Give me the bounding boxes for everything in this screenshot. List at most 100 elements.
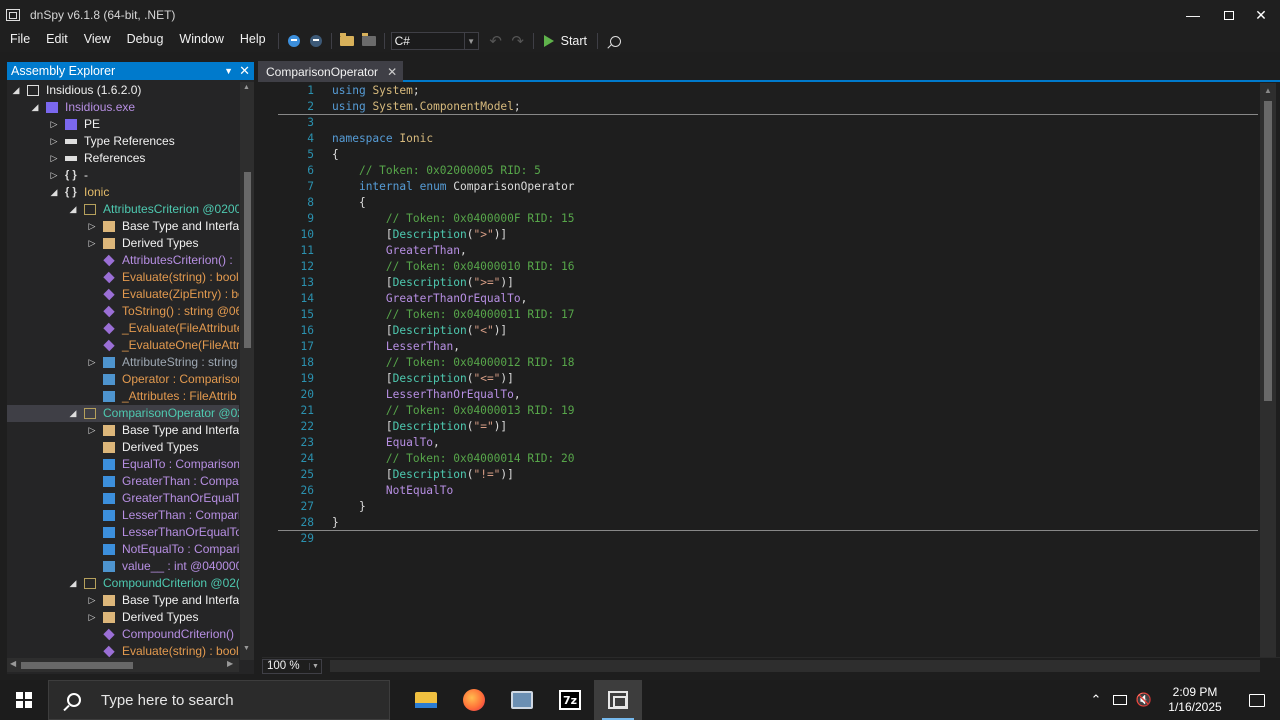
code-line[interactable]: 17 LesserThan, (278, 339, 1258, 355)
tree-node[interactable]: ▷ AttributeString : string (7, 354, 239, 371)
tree-node[interactable]: LesserThan : Comparis (7, 507, 239, 524)
navigate-forward-button[interactable] (305, 30, 327, 52)
tree-node[interactable]: ▷ { } - (7, 167, 239, 184)
open-list-button[interactable] (358, 30, 380, 52)
tree-node[interactable]: ▷ Base Type and Interfac (7, 592, 239, 609)
collapse-arrow-icon[interactable]: ◢ (68, 575, 78, 592)
menu-file[interactable]: File (0, 30, 38, 52)
tree-node[interactable]: Evaluate(ZipEntry) : bo (7, 286, 239, 303)
menu-window[interactable]: Window (171, 30, 231, 52)
notification-center-button[interactable] (1234, 680, 1280, 720)
code-line[interactable]: 13 [Description(">=")] (278, 275, 1258, 291)
collapse-arrow-icon[interactable]: ◢ (30, 99, 40, 116)
tree-node[interactable]: CompoundCriterion() (7, 626, 239, 643)
expand-arrow-icon[interactable]: ▷ (87, 422, 97, 439)
code-line[interactable]: 23 EqualTo, (278, 435, 1258, 451)
tree-node[interactable]: LesserThanOrEqualTo : (7, 524, 239, 541)
tree-node[interactable]: Operator : Comparisor (7, 371, 239, 388)
tree-node[interactable]: ▷ Base Type and Interfac (7, 218, 239, 235)
menu-edit[interactable]: Edit (38, 30, 76, 52)
expand-arrow-icon[interactable]: ▷ (49, 116, 59, 133)
tree-node[interactable]: _EvaluateOne(FileAttri (7, 337, 239, 354)
open-button[interactable] (336, 30, 358, 52)
expand-arrow-icon[interactable]: ▷ (49, 150, 59, 167)
tree-node[interactable]: ▷ Type References (7, 133, 239, 150)
taskbar-firefox[interactable] (450, 680, 498, 720)
editor-vertical-scroll-thumb[interactable] (1264, 101, 1272, 401)
code-line[interactable]: 11 GreaterThan, (278, 243, 1258, 259)
scroll-left-icon[interactable]: ◀ (10, 659, 16, 668)
code-line[interactable]: 22 [Description("=")] (278, 419, 1258, 435)
tree-node[interactable]: ▷ Derived Types (7, 609, 239, 626)
tree-node[interactable]: ▷ Base Type and Interfac (7, 422, 239, 439)
taskbar-search-box[interactable]: Type here to search (48, 680, 390, 720)
collapse-arrow-icon[interactable]: ◢ (68, 201, 78, 218)
tree-node[interactable]: ◢ CompoundCriterion @02( (7, 575, 239, 592)
start-button[interactable]: Start (538, 30, 593, 52)
tree-node[interactable]: Evaluate(string) : bool (7, 269, 239, 286)
tree-node[interactable]: ◢ AttributesCriterion @0200 (7, 201, 239, 218)
tree-node[interactable]: GreaterThan : Compar (7, 473, 239, 490)
tree-node[interactable]: ◢ { } Ionic (7, 184, 239, 201)
expand-arrow-icon[interactable]: ▷ (87, 218, 97, 235)
code-line[interactable]: 12 // Token: 0x04000010 RID: 16 (278, 259, 1258, 275)
code-line[interactable]: 10 [Description(">")] (278, 227, 1258, 243)
explorer-horizontal-scrollbar[interactable]: ◀ ▶ (7, 658, 239, 672)
code-view[interactable]: 1 using System; 2 using System.ComponentMod… (278, 83, 1258, 547)
code-line[interactable]: 18 // Token: 0x04000012 RID: 18 (278, 355, 1258, 371)
code-line[interactable]: 15 // Token: 0x04000011 RID: 17 (278, 307, 1258, 323)
code-line[interactable]: 21 // Token: 0x04000013 RID: 19 (278, 403, 1258, 419)
scroll-up-icon[interactable]: ▲ (243, 84, 250, 91)
code-line[interactable]: 24 // Token: 0x04000014 RID: 20 (278, 451, 1258, 467)
scroll-up-icon[interactable]: ▲ (1264, 86, 1272, 95)
taskbar-file-explorer[interactable] (402, 680, 450, 720)
tree-node[interactable]: AttributesCriterion() : (7, 252, 239, 269)
tree-node[interactable]: Derived Types (7, 439, 239, 456)
show-hidden-icons-button[interactable]: ⌃ (1084, 680, 1108, 720)
search-button[interactable] (602, 30, 624, 52)
explorer-vertical-scroll-thumb[interactable] (244, 172, 251, 348)
code-line[interactable]: 7 internal enum ComparisonOperator (278, 179, 1258, 195)
code-line[interactable]: 2 using System.ComponentModel; (278, 99, 1258, 115)
editor-horizontal-scrollbar[interactable] (330, 660, 1260, 672)
menu-help[interactable]: Help (232, 30, 274, 52)
expand-arrow-icon[interactable]: ▷ (49, 133, 59, 150)
panel-menu-button[interactable]: ▼ (224, 63, 233, 79)
collapse-arrow-icon[interactable]: ◢ (49, 184, 59, 201)
language-select[interactable]: C# ▼ (390, 32, 479, 50)
code-line[interactable]: 16 [Description("<")] (278, 323, 1258, 339)
tree-node[interactable]: ToString() : string @06 (7, 303, 239, 320)
undo-button[interactable]: ↶ (485, 32, 507, 50)
network-button[interactable] (1108, 680, 1132, 720)
code-line[interactable]: 9 // Token: 0x0400000F RID: 15 (278, 211, 1258, 227)
tree-node[interactable]: _Evaluate(FileAttribute (7, 320, 239, 337)
tree-node[interactable]: _Attributes : FileAttrib (7, 388, 239, 405)
code-line[interactable]: 28} (278, 515, 1258, 531)
taskbar-dnspy[interactable] (594, 680, 642, 720)
code-editor[interactable]: 1 using System; 2 using System.ComponentMod… (278, 83, 1270, 653)
scroll-right-icon[interactable]: ▶ (227, 659, 233, 668)
expand-arrow-icon[interactable]: ▷ (87, 609, 97, 626)
start-menu-button[interactable] (0, 680, 48, 720)
tree-node[interactable]: ▷ References (7, 150, 239, 167)
close-icon[interactable]: ✕ (387, 65, 397, 79)
zoom-select[interactable]: 100 % ▼ (262, 658, 322, 674)
taskbar-7zip[interactable]: 7z (546, 680, 594, 720)
editor-vertical-scrollbar[interactable]: ▲ (1260, 83, 1276, 657)
tree-node[interactable]: EqualTo : Comparison (7, 456, 239, 473)
tree-node[interactable]: ◢ ComparisonOperator @02 (7, 405, 239, 422)
code-line[interactable]: 27 } (278, 499, 1258, 515)
expand-arrow-icon[interactable]: ▷ (87, 592, 97, 609)
code-line[interactable]: 5{ (278, 147, 1258, 163)
tree-node[interactable]: ▷ Derived Types (7, 235, 239, 252)
tree-node[interactable]: NotEqualTo : Compari (7, 541, 239, 558)
collapse-arrow-icon[interactable]: ◢ (11, 82, 21, 99)
collapse-arrow-icon[interactable]: ◢ (68, 405, 78, 422)
menu-view[interactable]: View (76, 30, 119, 52)
code-line[interactable]: 19 [Description("<=")] (278, 371, 1258, 387)
code-line[interactable]: 20 LesserThanOrEqualTo, (278, 387, 1258, 403)
volume-button[interactable]: 🔇 (1132, 680, 1156, 720)
redo-button[interactable]: ↷ (507, 32, 529, 50)
code-line[interactable]: 3 (278, 115, 1258, 131)
code-line[interactable]: 14 GreaterThanOrEqualTo, (278, 291, 1258, 307)
